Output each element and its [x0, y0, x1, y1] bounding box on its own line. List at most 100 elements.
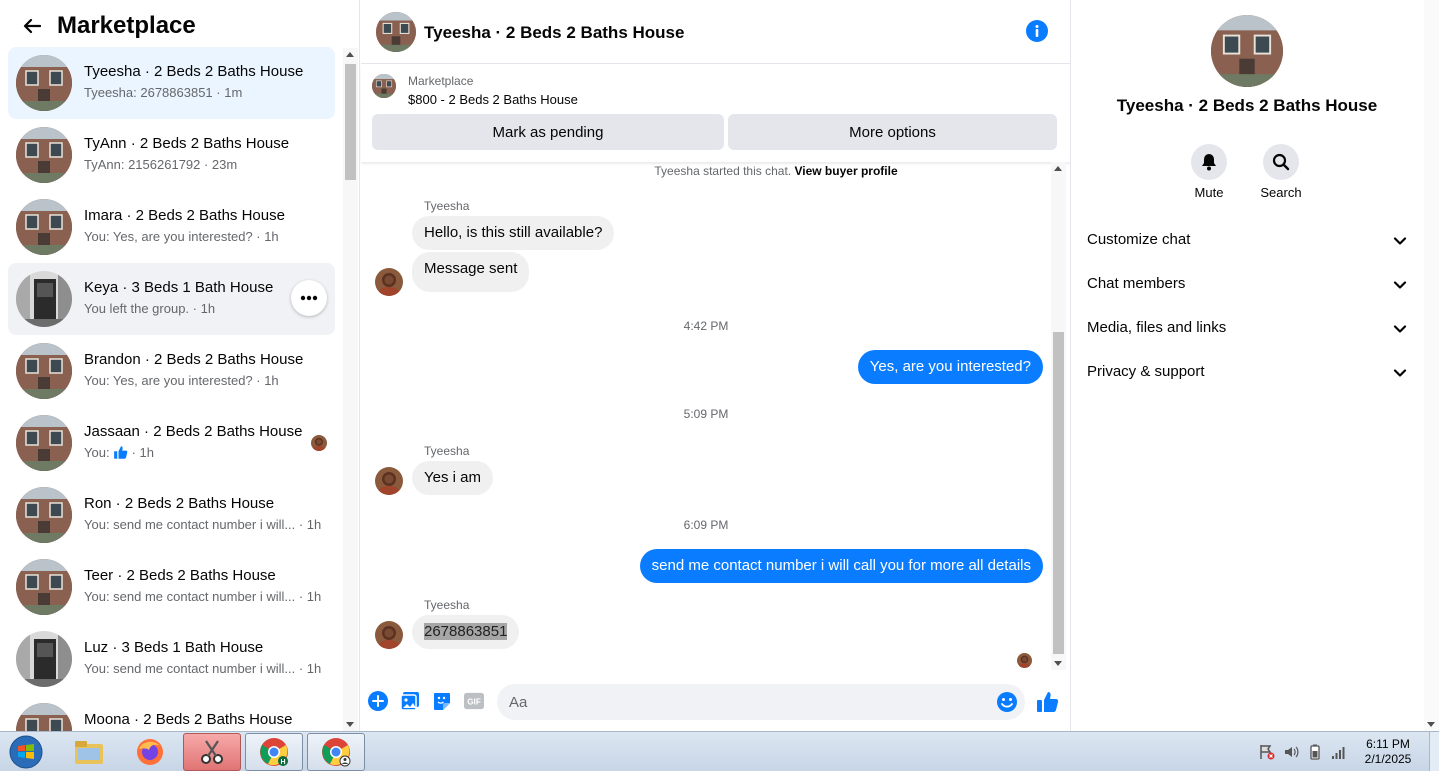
gif-button[interactable]: GIF: [464, 691, 484, 711]
outgoing-message[interactable]: send me contact number i will call you f…: [639, 549, 1043, 583]
conversation-sidebar: Marketplace Tyeesha · 2 Beds 2 Baths Hou…: [0, 0, 360, 731]
conversation-item[interactable]: Tyeesha · 2 Beds 2 Baths House Tyeesha: 2…: [8, 47, 335, 119]
thread-scrollbar[interactable]: [1051, 162, 1066, 670]
incoming-message[interactable]: Hello, is this still available?: [412, 216, 615, 250]
firefox-icon: [137, 739, 163, 765]
sender-avatar[interactable]: [375, 467, 403, 495]
conversation-title: Ron · 2 Beds 2 Baths House: [84, 495, 275, 512]
conversation-title: Tyeesha · 2 Beds 2 Baths House: [84, 63, 304, 80]
listing-thumbnail[interactable]: [372, 74, 396, 98]
preview-prefix: You:: [84, 445, 110, 460]
section-chat-members[interactable]: Chat members: [1079, 264, 1415, 304]
conversation-item[interactable]: Jassaan · 2 Beds 2 Baths House You: · 1h: [8, 407, 335, 479]
sender-name: Tyeesha: [424, 199, 470, 213]
conversation-item[interactable]: Brandon · 2 Beds 2 Baths House You: Yes, …: [8, 335, 335, 407]
conversation-preview: You: · 1h: [84, 445, 154, 463]
conversation-item[interactable]: Keya · 3 Beds 1 Bath House You left the g…: [8, 263, 335, 335]
system-clock[interactable]: 6:11 PM 2/1/2025: [1356, 737, 1420, 767]
conversation-avatar: [16, 199, 72, 255]
selected-phone-number[interactable]: 2678863851: [424, 623, 508, 640]
windows-orb-icon: [9, 735, 43, 769]
sidebar-scroll-thumb[interactable]: [345, 64, 356, 180]
more-options-button[interactable]: More options: [728, 114, 1057, 150]
section-label: Chat members: [1087, 275, 1186, 292]
chat-title[interactable]: Tyeesha · 2 Beds 2 Baths House: [424, 23, 684, 43]
info-button[interactable]: [1026, 20, 1048, 42]
conversation-title: Moona · 2 Beds 2 Baths House: [84, 711, 293, 728]
chat-header: Tyeesha · 2 Beds 2 Baths House: [361, 0, 1070, 64]
scroll-down-arrow-icon[interactable]: [1054, 661, 1062, 666]
conversation-item[interactable]: Teer · 2 Beds 2 Baths House You: send me …: [8, 551, 335, 623]
view-buyer-profile-link[interactable]: View buyer profile: [794, 164, 897, 178]
chrome-icon: [322, 738, 351, 767]
conversation-item[interactable]: Imara · 2 Beds 2 Baths House You: Yes, ar…: [8, 191, 335, 263]
show-desktop-button[interactable]: [1429, 732, 1439, 771]
message-input[interactable]: [497, 684, 1025, 720]
conversation-preview: You: send me contact number i will... · …: [84, 661, 322, 676]
thumbs-up-icon: [113, 445, 129, 463]
outgoing-message[interactable]: Yes, are you interested?: [857, 350, 1043, 384]
taskbar-file-explorer[interactable]: [60, 733, 118, 771]
back-button[interactable]: [18, 12, 46, 40]
sticker-button[interactable]: [432, 691, 452, 711]
scissors-icon: [201, 740, 223, 764]
conversation-item[interactable]: Luz · 3 Beds 1 Bath House You: send me co…: [8, 623, 335, 695]
timestamp: 6:09 PM: [683, 518, 729, 532]
more-dots-icon: [300, 295, 318, 301]
mute-button[interactable]: [1191, 144, 1227, 180]
info-panel-scrollbar[interactable]: [1424, 0, 1439, 731]
sidebar-scrollbar[interactable]: [343, 48, 358, 731]
incoming-message[interactable]: Yes i am: [412, 461, 493, 495]
chat-avatar[interactable]: [376, 12, 416, 52]
more-actions-button[interactable]: [368, 691, 388, 711]
scroll-up-arrow-icon[interactable]: [346, 52, 354, 57]
section-media-files-and-links[interactable]: Media, files and links: [1079, 308, 1415, 348]
clock-time: 6:11 PM: [1366, 737, 1410, 751]
conversation-item[interactable]: Moona · 2 Beds 2 Baths House: [8, 695, 335, 731]
scroll-down-arrow-icon[interactable]: [346, 722, 354, 727]
emoji-button[interactable]: [996, 691, 1018, 713]
conversation-preview: You: Yes, are you interested? · 1h: [84, 373, 279, 388]
svg-text:GIF: GIF: [467, 698, 481, 707]
listing-price[interactable]: $800 - 2 Beds 2 Baths House: [408, 92, 578, 107]
taskbar-chrome-profile-user[interactable]: [307, 733, 365, 771]
timestamp: 4:42 PM: [683, 319, 729, 333]
volume-icon[interactable]: [1283, 744, 1299, 760]
taskbar-chrome-profile-h[interactable]: H: [245, 733, 303, 771]
chevron-down-icon: [1393, 366, 1407, 380]
conversation-options-button[interactable]: [291, 280, 327, 316]
action-center-flag-icon[interactable]: [1259, 744, 1275, 760]
start-button[interactable]: [3, 733, 49, 771]
incoming-message[interactable]: Message sent: [412, 252, 530, 292]
conversation-avatar: [16, 271, 72, 327]
battery-icon[interactable]: [1307, 744, 1323, 760]
conversation-item[interactable]: TyAnn · 2 Beds 2 Baths House TyAnn: 21562…: [8, 119, 335, 191]
conversation-item[interactable]: Ron · 2 Beds 2 Baths House You: send me c…: [8, 479, 335, 551]
taskbar-firefox[interactable]: [121, 733, 179, 771]
mark-as-pending-button[interactable]: Mark as pending: [372, 114, 724, 150]
taskbar-snipping-tool[interactable]: [183, 733, 241, 771]
chrome-icon: H: [260, 738, 288, 766]
sender-name: Tyeesha: [424, 444, 470, 458]
sender-avatar[interactable]: [375, 621, 403, 649]
preview-time: · 1h: [131, 445, 154, 460]
chevron-down-icon: [1393, 278, 1407, 292]
search-in-chat-button[interactable]: [1263, 144, 1299, 180]
attach-photo-button[interactable]: [400, 691, 420, 711]
conversation-avatar: [16, 343, 72, 399]
incoming-message[interactable]: 2678863851: [412, 615, 520, 649]
network-signal-icon[interactable]: [1331, 744, 1347, 760]
search-icon: [1272, 153, 1290, 171]
thread-scroll-thumb[interactable]: [1053, 332, 1064, 654]
send-like-button[interactable]: [1036, 690, 1060, 714]
profile-avatar[interactable]: [1211, 15, 1283, 87]
sender-avatar[interactable]: [375, 268, 403, 296]
section-label: Privacy & support: [1087, 363, 1205, 380]
section-customize-chat[interactable]: Customize chat: [1079, 220, 1415, 260]
conversation-title: Brandon · 2 Beds 2 Baths House: [84, 351, 304, 368]
scroll-up-arrow-icon[interactable]: [1054, 166, 1062, 171]
scroll-down-arrow-icon[interactable]: [1427, 722, 1435, 727]
conversation-avatar: [16, 55, 72, 111]
section-privacy-support[interactable]: Privacy & support: [1079, 352, 1415, 392]
conversation-list: Tyeesha · 2 Beds 2 Baths House Tyeesha: 2…: [8, 47, 335, 731]
